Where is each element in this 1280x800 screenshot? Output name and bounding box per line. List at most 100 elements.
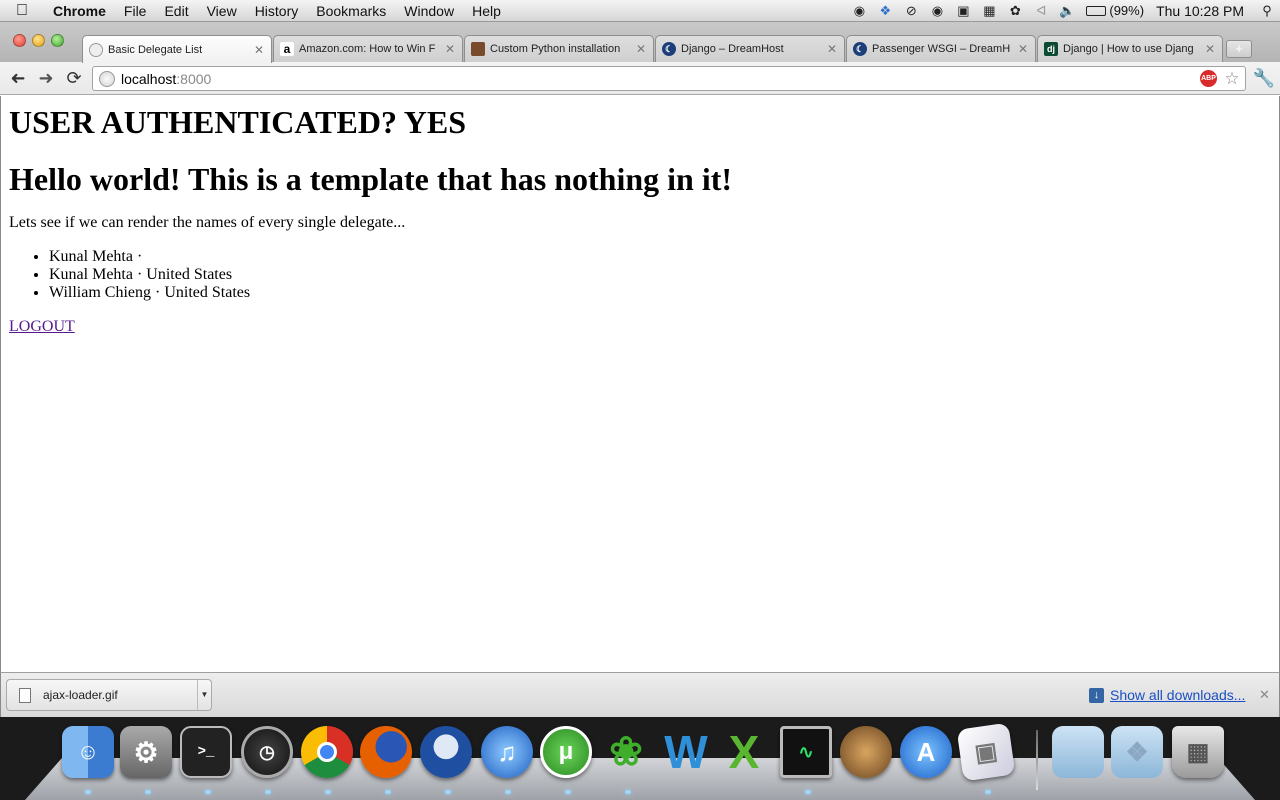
- word-icon[interactable]: W: [660, 726, 712, 778]
- chrome-icon[interactable]: [301, 726, 353, 778]
- wrench-menu-icon[interactable]: 🔧: [1252, 66, 1276, 90]
- back-arrow-icon[interactable]: ➜: [4, 64, 32, 92]
- minimize-window-button[interactable]: [32, 34, 45, 47]
- activity-gauge-icon[interactable]: ◷: [241, 726, 293, 778]
- close-tab-icon[interactable]: ✕: [635, 42, 647, 56]
- tab-django-howto[interactable]: dj Django | How to use Djang ✕: [1037, 35, 1223, 62]
- app-store-icon[interactable]: A: [900, 726, 952, 778]
- adblock-plus-icon[interactable]: ABP: [1200, 70, 1217, 87]
- sync-status-icon[interactable]: ⊘: [898, 0, 924, 22]
- show-all-downloads[interactable]: ↓ Show all downloads...: [1089, 687, 1245, 703]
- dropbox-status-icon[interactable]: ❖: [872, 0, 898, 22]
- page-content: USER AUTHENTICATED? YES Hello world! Thi…: [0, 96, 1280, 672]
- intro-text: Lets see if we can render the names of e…: [9, 214, 406, 231]
- tab-django-dreamhost[interactable]: ☾ Django – DreamHost ✕: [655, 35, 845, 62]
- dropbox-folder-icon[interactable]: ❖: [1111, 726, 1163, 778]
- zoom-window-button[interactable]: [51, 34, 64, 47]
- tab-amazon[interactable]: a Amazon.com: How to Win F ✕: [273, 35, 463, 62]
- lion-icon[interactable]: [840, 726, 892, 778]
- firefox-icon[interactable]: [360, 726, 412, 778]
- activity-monitor-icon[interactable]: ∿: [780, 726, 832, 778]
- adium-icon[interactable]: ❀: [600, 726, 652, 778]
- applications-folder-icon[interactable]: [1052, 726, 1104, 778]
- running-indicator: [385, 790, 391, 794]
- logout-link[interactable]: LOGOUT: [9, 318, 75, 335]
- tab-custom-python[interactable]: Custom Python installation ✕: [464, 35, 654, 62]
- tab-title: Custom Python installation: [490, 43, 621, 55]
- tab-passenger-wsgi[interactable]: ☾ Passenger WSGI – DreamH ✕: [846, 35, 1036, 62]
- dreamhost-icon: ☾: [853, 42, 867, 56]
- browser-tab-strip: Basic Delegate List ✕ a Amazon.com: How …: [0, 22, 1280, 63]
- amazon-icon: a: [280, 42, 294, 56]
- running-indicator: [85, 790, 91, 794]
- running-indicator: [505, 790, 511, 794]
- running-indicator: [445, 790, 451, 794]
- menu-app-name[interactable]: Chrome: [44, 0, 115, 22]
- menu-help[interactable]: Help: [463, 0, 510, 22]
- close-tab-icon[interactable]: ✕: [253, 43, 265, 57]
- address-bar[interactable]: localhost :8000 ABP ☆: [92, 66, 1246, 91]
- list-item: William Chieng · United States: [49, 284, 1271, 302]
- utorrent-icon[interactable]: μ: [540, 726, 592, 778]
- download-item[interactable]: ajax-loader.gif ▼: [6, 679, 212, 711]
- monitor-status-icon[interactable]: ◉: [846, 0, 872, 22]
- mac-menu-bar:  Chrome File Edit View History Bookmark…: [0, 0, 1280, 22]
- close-shelf-icon[interactable]: ✕: [1259, 687, 1270, 703]
- tab-title: Basic Delegate List: [108, 43, 203, 56]
- downloads-icon: ↓: [1089, 687, 1104, 703]
- itunes-icon[interactable]: ♫: [481, 726, 533, 778]
- url-host: localhost: [121, 70, 177, 87]
- excel-icon[interactable]: X: [718, 726, 770, 778]
- drive-status-icon[interactable]: ◉: [924, 0, 950, 22]
- page-info-globe-icon[interactable]: [99, 70, 115, 87]
- volume-icon[interactable]: 🔈: [1054, 0, 1080, 22]
- auth-status-heading: USER AUTHENTICATED? YES: [9, 104, 466, 140]
- menu-bookmarks[interactable]: Bookmarks: [307, 0, 395, 22]
- running-indicator: [805, 790, 811, 794]
- menu-view[interactable]: View: [198, 0, 246, 22]
- system-preferences-icon[interactable]: ⚙: [120, 726, 172, 778]
- download-menu-chevron-down-icon[interactable]: ▼: [197, 680, 211, 710]
- terminal-icon[interactable]: >_: [180, 726, 232, 778]
- forward-arrow-icon[interactable]: ➜: [32, 64, 60, 92]
- tab-title: Django – DreamHost: [681, 43, 784, 55]
- reload-icon[interactable]: ⟳: [60, 64, 88, 92]
- spaces-status-icon[interactable]: ▦: [976, 0, 1002, 22]
- battery-icon: [1086, 5, 1107, 16]
- photo-icon: [471, 42, 485, 56]
- list-item: Kunal Mehta · United States: [49, 266, 1271, 284]
- apple-menu-icon[interactable]: : [0, 2, 44, 20]
- tab-basic-delegate-list[interactable]: Basic Delegate List ✕: [82, 35, 272, 63]
- django-icon: dj: [1044, 42, 1058, 56]
- menu-window[interactable]: Window: [395, 0, 463, 22]
- show-all-downloads-link[interactable]: Show all downloads...: [1110, 687, 1245, 703]
- tab-title: Passenger WSGI – DreamH: [872, 43, 1011, 55]
- menu-edit[interactable]: Edit: [155, 0, 197, 22]
- new-tab-button[interactable]: +: [1226, 40, 1252, 58]
- menu-file[interactable]: File: [115, 0, 156, 22]
- bookmark-star-icon[interactable]: ☆: [1221, 69, 1243, 89]
- close-tab-icon[interactable]: ✕: [826, 42, 838, 56]
- running-indicator: [325, 790, 331, 794]
- battery-status[interactable]: (99%): [1080, 3, 1150, 18]
- close-tab-icon[interactable]: ✕: [1204, 42, 1216, 56]
- spotlight-search-icon[interactable]: ⚲: [1254, 0, 1280, 22]
- preview-icon[interactable]: ▣: [956, 722, 1016, 782]
- running-indicator: [985, 790, 991, 794]
- close-tab-icon[interactable]: ✕: [1017, 42, 1029, 56]
- finder-icon[interactable]: ☺: [62, 726, 114, 778]
- running-indicator: [625, 790, 631, 794]
- close-window-button[interactable]: [13, 34, 26, 47]
- trash-icon[interactable]: ▦: [1172, 726, 1224, 778]
- wifi-icon[interactable]: ✿: [1002, 0, 1028, 22]
- close-tab-icon[interactable]: ✕: [444, 42, 456, 56]
- dreamhost-icon: ☾: [662, 42, 676, 56]
- display-status-icon[interactable]: ▣: [950, 0, 976, 22]
- thunderbird-icon[interactable]: [420, 726, 472, 778]
- menu-history[interactable]: History: [246, 0, 308, 22]
- window-controls: [13, 34, 64, 47]
- battery-percent: (99%): [1109, 3, 1145, 18]
- running-indicator: [265, 790, 271, 794]
- bluetooth-icon[interactable]: ᐊ: [1028, 0, 1054, 22]
- menu-clock[interactable]: Thu 10:28 PM: [1150, 3, 1254, 19]
